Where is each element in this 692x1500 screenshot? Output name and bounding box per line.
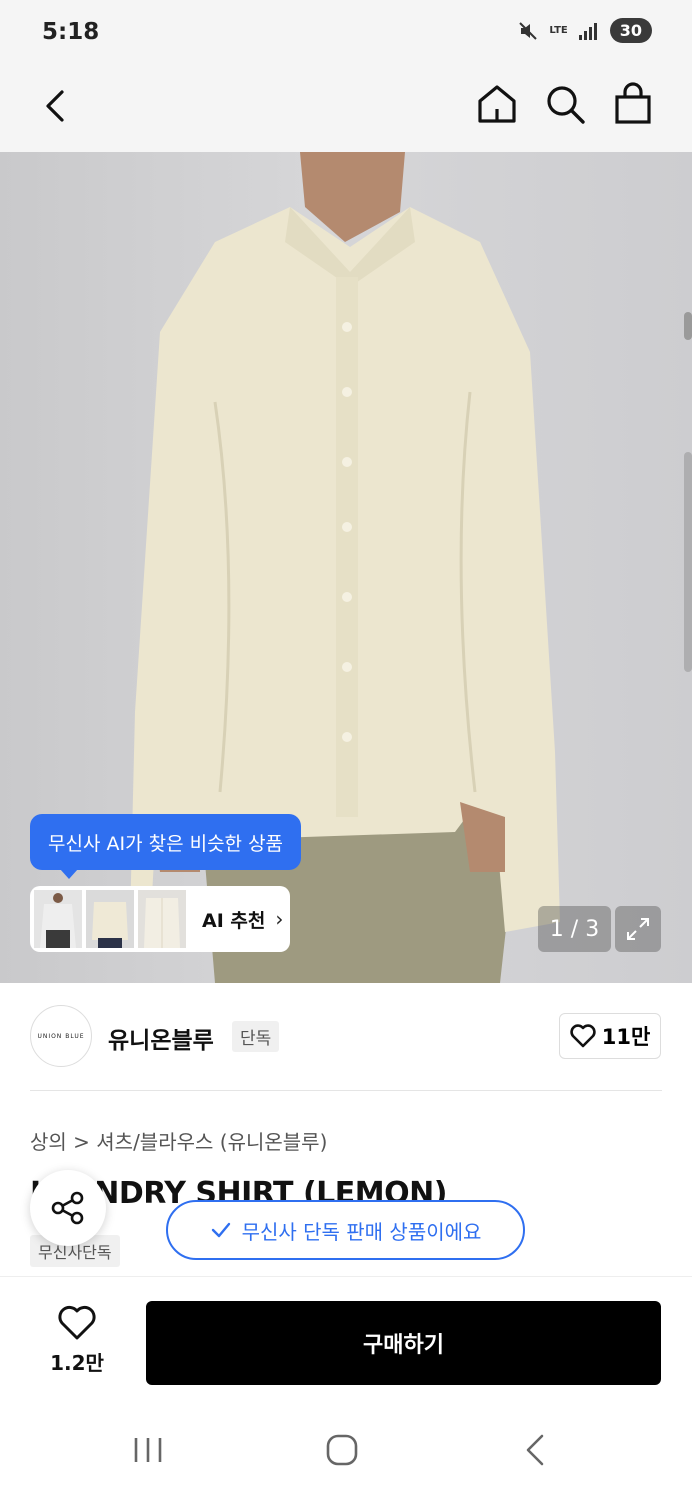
wishlist-button[interactable]: 1.2만 — [40, 1305, 114, 1376]
ai-recommend-label: AI 추천 — [202, 909, 266, 932]
similar-thumb-3[interactable] — [138, 890, 186, 948]
top-nav — [0, 66, 692, 152]
exclusive-toast: 무신사 단독 판매 상품이에요 — [166, 1200, 525, 1260]
recent-apps-icon[interactable] — [128, 1430, 168, 1470]
heart-icon — [58, 1305, 96, 1340]
status-time: 5:18 — [42, 19, 100, 45]
buy-button[interactable]: 구매하기 — [146, 1301, 661, 1385]
search-icon[interactable] — [542, 81, 588, 127]
brand-exclusive-tag: 단독 — [232, 1021, 280, 1052]
signal-icon — [578, 22, 597, 40]
toast-text: 무신사 단독 판매 상품이에요 — [241, 1219, 482, 1244]
similar-thumb-1[interactable] — [34, 890, 82, 948]
brand-logo[interactable]: UNION BLUE — [30, 1005, 92, 1067]
home-nav-icon[interactable] — [322, 1430, 362, 1470]
check-icon — [211, 1222, 230, 1238]
brand-like-button[interactable]: 11만 — [559, 1013, 661, 1059]
back-nav-icon[interactable] — [516, 1430, 556, 1470]
share-icon — [51, 1191, 84, 1225]
share-button[interactable] — [30, 1170, 106, 1246]
wishlist-count: 1.2만 — [50, 1351, 104, 1375]
system-nav-bar — [0, 1400, 692, 1500]
status-icons: LTE 30 — [517, 18, 652, 43]
brand-like-count: 11만 — [601, 1025, 651, 1049]
buy-bar: 1.2만 구매하기 — [0, 1276, 692, 1400]
network-label: LTE — [549, 24, 568, 36]
scroll-indicator — [684, 312, 692, 340]
divider — [30, 1090, 662, 1091]
shopping-bag-icon[interactable] — [610, 81, 656, 127]
mute-icon — [519, 21, 538, 40]
battery-badge: 30 — [609, 18, 652, 43]
home-icon[interactable] — [474, 81, 520, 127]
breadcrumb[interactable]: 상의 > 셔츠/블라우스 (유니온블루) — [30, 1126, 327, 1155]
chevron-right-icon: › — [275, 907, 284, 931]
brand-row[interactable]: UNION BLUE 유니온블루 단독 11만 — [0, 983, 692, 1091]
ai-similar-bubble[interactable]: 무신사 AI가 찾은 비슷한 상품 — [30, 814, 302, 879]
status-bar: 5:18 LTE 30 — [0, 0, 692, 66]
heart-icon — [570, 1024, 596, 1048]
expand-icon[interactable] — [615, 906, 661, 952]
ai-recommend-card[interactable]: AI 추천 › — [30, 886, 290, 952]
image-pager: 1 / 3 — [538, 906, 611, 952]
product-page: 5:18 LTE 30 무신사 AI가 찾은 비슷한 상품 AI 추천 › 1 … — [0, 0, 692, 1500]
similar-thumb-2[interactable] — [86, 890, 134, 948]
back-icon[interactable] — [36, 84, 80, 128]
brand-name[interactable]: 유니온블루 — [108, 1021, 214, 1055]
scroll-thumb — [684, 452, 692, 672]
